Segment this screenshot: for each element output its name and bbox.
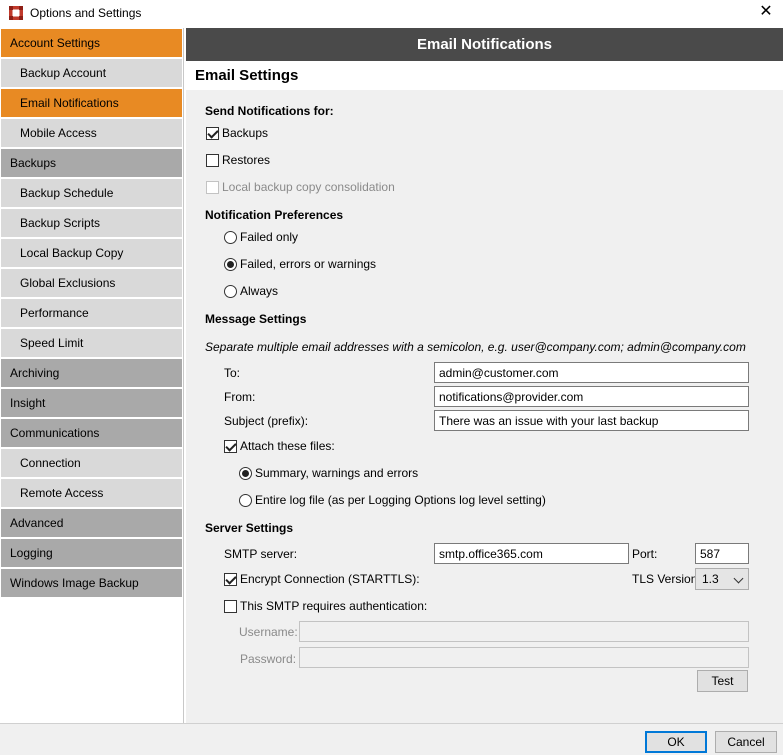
sidebar-item-label: Archiving	[10, 366, 60, 380]
sidebar-item-label: Account Settings	[10, 36, 101, 50]
window-title: Options and Settings	[30, 6, 142, 20]
notification-preferences-heading: Notification Preferences	[205, 208, 344, 222]
ok-button[interactable]: OK	[645, 731, 707, 753]
backups-checkbox[interactable]	[206, 127, 219, 140]
smtp-server-label: SMTP server:	[224, 547, 298, 561]
settings-panel: Send Notifications for: Backups Restores…	[186, 90, 783, 723]
to-field[interactable]	[434, 362, 749, 383]
sidebar-item-label: Performance	[20, 306, 89, 320]
username-field	[299, 621, 749, 642]
close-icon[interactable]: ✕	[757, 3, 775, 21]
local-copy-consolidation-label: Local backup copy consolidation	[222, 180, 395, 194]
local-copy-consolidation-checkbox	[206, 181, 219, 194]
subject-prefix-field[interactable]	[434, 410, 749, 431]
smtp-auth-checkbox[interactable]	[224, 600, 237, 613]
sidebar: Account Settings Backup Account Email No…	[0, 28, 184, 723]
sidebar-item-label: Advanced	[10, 516, 64, 530]
sidebar-item-local-backup-copy[interactable]: Local Backup Copy	[1, 239, 182, 267]
attach-files-label[interactable]: Attach these files:	[240, 439, 335, 453]
sidebar-item-logging[interactable]: Logging	[1, 539, 182, 567]
sidebar-item-label: Backups	[10, 156, 57, 170]
sidebar-item-label: Connection	[20, 456, 81, 470]
sidebar-item-speed-limit[interactable]: Speed Limit	[1, 329, 182, 357]
sidebar-item-account-settings[interactable]: Account Settings	[1, 29, 182, 57]
message-settings-heading: Message Settings	[205, 312, 307, 326]
encrypt-connection-label[interactable]: Encrypt Connection (STARTTLS):	[240, 572, 420, 586]
attach-summary-label[interactable]: Summary, warnings and errors	[255, 466, 418, 480]
sidebar-item-email-notifications[interactable]: Email Notifications	[1, 89, 182, 117]
sidebar-item-label: Speed Limit	[20, 336, 84, 350]
sidebar-item-advanced[interactable]: Advanced	[1, 509, 182, 537]
failed-only-label[interactable]: Failed only	[240, 230, 298, 244]
app-logo-icon	[9, 6, 23, 20]
always-radio[interactable]	[224, 285, 237, 298]
port-label: Port:	[632, 547, 658, 561]
smtp-server-field[interactable]	[434, 543, 629, 564]
sidebar-item-backup-schedule[interactable]: Backup Schedule	[1, 179, 182, 207]
password-field	[299, 647, 749, 668]
attach-entire-log-radio[interactable]	[239, 494, 252, 507]
chevron-down-icon	[733, 573, 744, 584]
from-field[interactable]	[434, 386, 749, 407]
sidebar-item-label: Mobile Access	[20, 126, 97, 140]
sidebar-item-label: Insight	[10, 396, 46, 410]
sidebar-item-connection[interactable]: Connection	[1, 449, 182, 477]
tls-version-dropdown[interactable]: 1.3	[695, 568, 749, 590]
sidebar-item-windows-image-backup[interactable]: Windows Image Backup	[1, 569, 182, 597]
password-label: Password:	[240, 652, 297, 666]
sidebar-item-label: Backup Scripts	[20, 216, 101, 230]
port-field[interactable]	[695, 543, 749, 564]
sidebar-item-communications[interactable]: Communications	[1, 419, 182, 447]
sidebar-item-backups[interactable]: Backups	[1, 149, 182, 177]
sidebar-item-label: Local Backup Copy	[20, 246, 124, 260]
failed-only-radio[interactable]	[224, 231, 237, 244]
encrypt-connection-checkbox[interactable]	[224, 573, 237, 586]
sidebar-item-label: Global Exclusions	[20, 276, 116, 290]
subject-prefix-label: Subject (prefix):	[224, 414, 309, 428]
title-bar: Options and Settings ✕	[0, 0, 783, 27]
test-button[interactable]: Test	[697, 670, 748, 692]
sidebar-item-backup-scripts[interactable]: Backup Scripts	[1, 209, 182, 237]
email-separator-hint: Separate multiple email addresses with a…	[205, 340, 746, 354]
sidebar-item-label: Windows Image Backup	[10, 576, 139, 590]
server-settings-heading: Server Settings	[205, 521, 294, 535]
sidebar-item-insight[interactable]: Insight	[1, 389, 182, 417]
attach-files-checkbox[interactable]	[224, 440, 237, 453]
sidebar-item-label: Email Notifications	[20, 96, 119, 110]
sidebar-item-performance[interactable]: Performance	[1, 299, 182, 327]
sidebar-item-remote-access[interactable]: Remote Access	[1, 479, 182, 507]
cancel-button[interactable]: Cancel	[715, 731, 777, 753]
send-notifications-heading: Send Notifications for:	[205, 104, 334, 118]
sidebar-item-archiving[interactable]: Archiving	[1, 359, 182, 387]
to-label: To:	[224, 366, 241, 380]
smtp-auth-label[interactable]: This SMTP requires authentication:	[240, 599, 427, 613]
tls-version-value: 1.3	[702, 572, 719, 586]
failed-errors-warnings-label[interactable]: Failed, errors or warnings	[240, 257, 376, 271]
always-label[interactable]: Always	[240, 284, 278, 298]
tls-version-label: TLS Version:	[632, 572, 701, 586]
page-title: Email Settings	[195, 67, 299, 84]
sidebar-item-mobile-access[interactable]: Mobile Access	[1, 119, 182, 147]
dialog-footer: OK Cancel	[0, 723, 783, 755]
attach-summary-radio[interactable]	[239, 467, 252, 480]
failed-errors-warnings-radio[interactable]	[224, 258, 237, 271]
from-label: From:	[224, 390, 256, 404]
username-label: Username:	[239, 625, 298, 639]
sidebar-item-label: Backup Account	[20, 66, 107, 80]
attach-entire-log-label[interactable]: Entire log file (as per Logging Options …	[255, 493, 546, 507]
sidebar-item-global-exclusions[interactable]: Global Exclusions	[1, 269, 182, 297]
sidebar-item-backup-account[interactable]: Backup Account	[1, 59, 182, 87]
sidebar-item-label: Logging	[10, 546, 53, 560]
panel-header: Email Notifications	[186, 28, 783, 61]
restores-checkbox[interactable]	[206, 154, 219, 167]
panel-subheader: Email Settings	[186, 61, 783, 90]
backups-checkbox-label[interactable]: Backups	[222, 126, 268, 140]
sidebar-item-label: Communications	[10, 426, 100, 440]
sidebar-item-label: Remote Access	[20, 486, 104, 500]
sidebar-item-label: Backup Schedule	[20, 186, 114, 200]
restores-checkbox-label[interactable]: Restores	[222, 153, 270, 167]
